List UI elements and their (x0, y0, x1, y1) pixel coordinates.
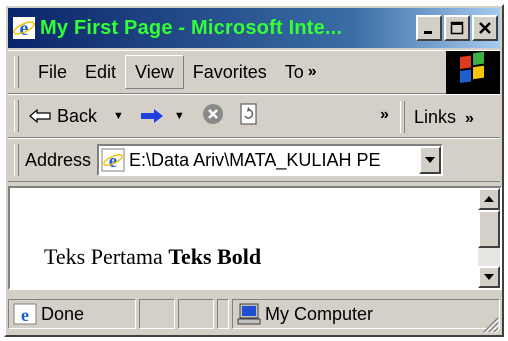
back-dropdown-arrow-icon[interactable]: ▼ (113, 110, 124, 122)
menu-edit[interactable]: Edit (76, 56, 125, 88)
toolbar-grip[interactable] (14, 56, 19, 88)
address-text: E:\Data Ariv\MATA_KULIAH PE (129, 149, 381, 170)
stop-button[interactable] (201, 102, 225, 131)
minimize-icon (424, 31, 432, 34)
address-label: Address (25, 149, 92, 170)
refresh-icon (240, 102, 257, 125)
address-input[interactable]: e E:\Data Ariv\MATA_KULIAH PE (97, 144, 444, 176)
chevron-down-icon (425, 157, 436, 163)
ie-page-icon: e (13, 303, 37, 325)
page-body-text: Teks Pertama Teks Bold (44, 244, 261, 270)
scroll-up-button[interactable] (478, 188, 500, 210)
svg-text:e: e (21, 305, 29, 325)
forward-button[interactable]: ▼ (140, 108, 185, 124)
normal-text: Teks Pertama (44, 244, 163, 269)
scroll-down-button[interactable] (478, 266, 500, 288)
window-title: My First Page - Microsoft Inte... (40, 16, 343, 39)
toolbar-grip[interactable] (14, 144, 19, 176)
links-overflow-chevron: » (465, 110, 474, 127)
status-bar: e Done My Computer (8, 294, 500, 334)
windows-flag-icon (460, 51, 484, 84)
stop-icon (202, 103, 223, 124)
page-content[interactable]: Teks Pertama Teks Bold (8, 186, 502, 290)
navigation-toolbar: Back ▼ ▼ » Links » (8, 94, 500, 138)
vertical-scrollbar[interactable] (478, 188, 500, 288)
svg-text:e: e (20, 18, 29, 40)
ie-icon: e (13, 17, 35, 40)
address-toolbar: Address e E:\Data Ariv\MATA_KULIAH PE (8, 138, 500, 182)
refresh-button[interactable] (239, 102, 259, 131)
zone-text: My Computer (265, 303, 374, 324)
menu-view[interactable]: View (125, 55, 184, 89)
minimize-button[interactable] (416, 15, 442, 41)
close-icon (479, 22, 491, 34)
close-button[interactable] (472, 15, 498, 41)
resize-grip-icon[interactable] (478, 312, 500, 334)
menu-favorites[interactable]: Favorites (184, 56, 276, 88)
menu-file[interactable]: File (29, 56, 76, 88)
windows-logo-throbber (446, 51, 500, 95)
status-panel-main: e Done (8, 299, 136, 329)
back-label: Back (57, 105, 98, 126)
address-dropdown-button[interactable] (419, 146, 442, 174)
links-button[interactable]: Links » (414, 95, 474, 139)
forward-dropdown-arrow-icon[interactable]: ▼ (174, 110, 185, 122)
status-panel-empty (139, 299, 175, 329)
computer-icon (237, 303, 261, 325)
menu-overflow-chevron[interactable]: » (308, 63, 317, 81)
toolbar-grip[interactable] (14, 100, 19, 132)
toolbar-overflow-chevron[interactable]: » (380, 95, 389, 139)
bold-text: Teks Bold (168, 244, 262, 269)
status-zone-panel: My Computer (232, 299, 500, 329)
links-grip[interactable] (400, 101, 405, 133)
back-arrow-icon (29, 108, 51, 124)
links-label: Links (414, 107, 457, 127)
forward-arrow-icon (140, 109, 163, 123)
title-bar[interactable]: e My First Page - Microsoft Inte... (8, 8, 500, 48)
browser-window: e My First Page - Microsoft Inte... File… (4, 4, 504, 337)
chevron-up-icon (484, 196, 494, 202)
menu-tools[interactable]: To (276, 56, 306, 88)
menu-bar: File Edit View Favorites To » (8, 50, 500, 95)
chevron-down-icon (484, 274, 494, 280)
back-button[interactable]: Back ▼ (29, 106, 124, 127)
status-panel-empty (217, 299, 229, 329)
svg-text:e: e (109, 151, 117, 172)
scroll-thumb[interactable] (478, 210, 500, 248)
ie-page-icon: e (101, 148, 125, 172)
maximize-icon (450, 21, 464, 35)
status-text: Done (41, 303, 85, 324)
status-panel-empty (178, 299, 214, 329)
maximize-button[interactable] (444, 15, 470, 41)
